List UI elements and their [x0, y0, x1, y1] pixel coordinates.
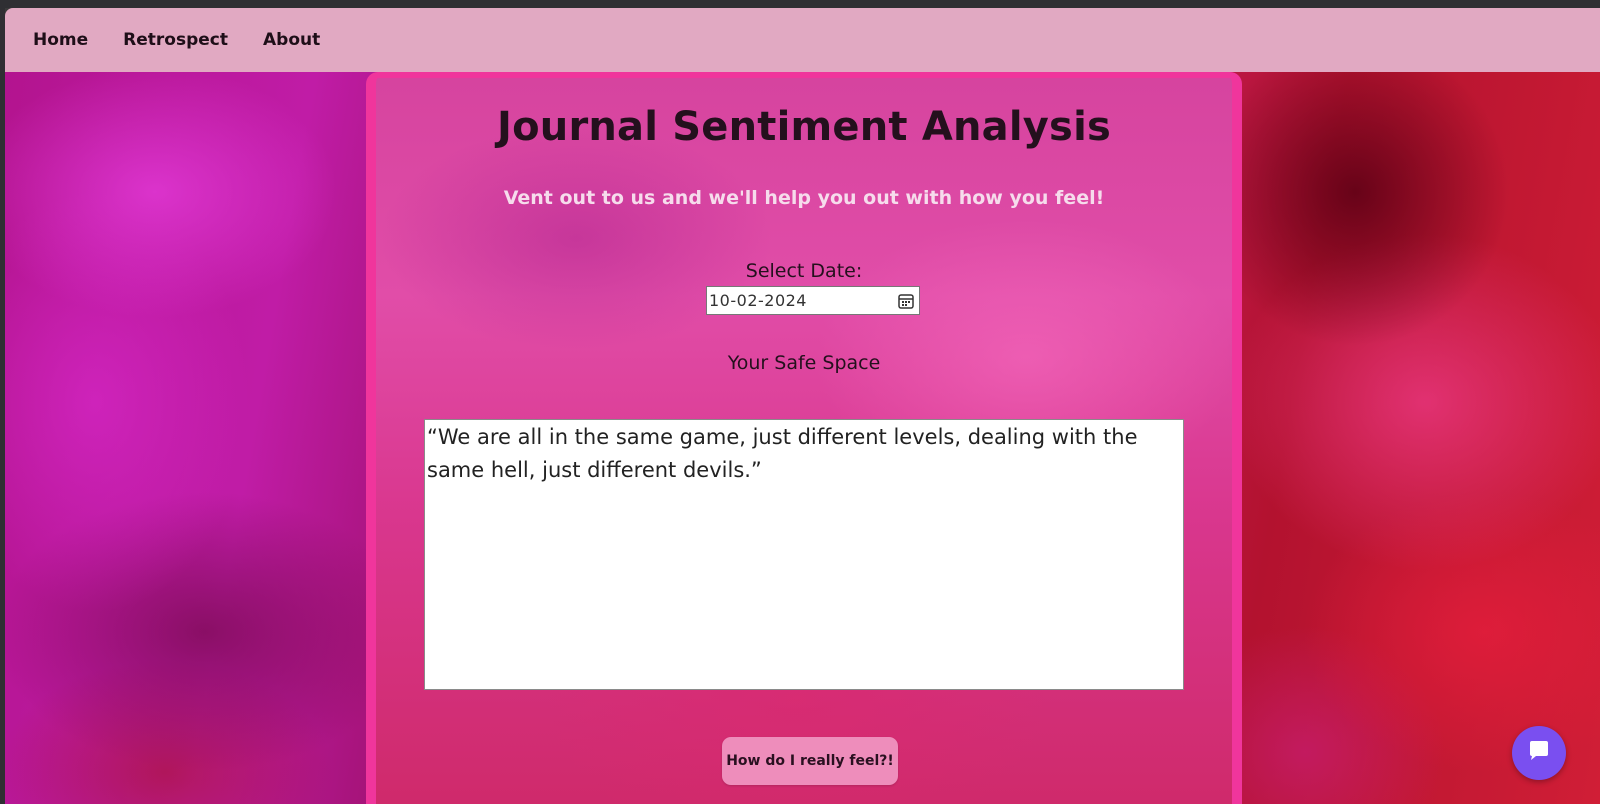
chat-icon: [1526, 738, 1552, 768]
nav-about-link[interactable]: About: [263, 30, 320, 50]
window-top-edge: [0, 0, 1600, 8]
nav-retrospect-link[interactable]: Retrospect: [123, 30, 228, 50]
resize-grip-icon[interactable]: [1172, 678, 1182, 688]
journal-card: Journal Sentiment Analysis Vent out to u…: [366, 72, 1242, 804]
chat-launcher-button[interactable]: [1512, 726, 1566, 780]
window-left-edge: [0, 0, 5, 804]
journal-textarea[interactable]: “We are all in the same game, just diffe…: [424, 419, 1184, 690]
calendar-icon[interactable]: [897, 292, 915, 310]
analyze-feelings-button[interactable]: How do I really feel?!: [722, 737, 898, 785]
journal-text: “We are all in the same game, just diffe…: [427, 425, 1138, 482]
nav-home-link[interactable]: Home: [33, 30, 88, 50]
top-navbar: Home Retrospect About: [5, 8, 1600, 72]
date-value: 10-02-2024: [709, 291, 807, 310]
page-title: Journal Sentiment Analysis: [497, 104, 1111, 150]
page-subtitle: Vent out to us and we'll help you out wi…: [503, 187, 1105, 209]
date-label: Select Date:: [745, 260, 863, 282]
safe-space-label: Your Safe Space: [727, 352, 881, 374]
date-input[interactable]: 10-02-2024: [706, 286, 920, 315]
